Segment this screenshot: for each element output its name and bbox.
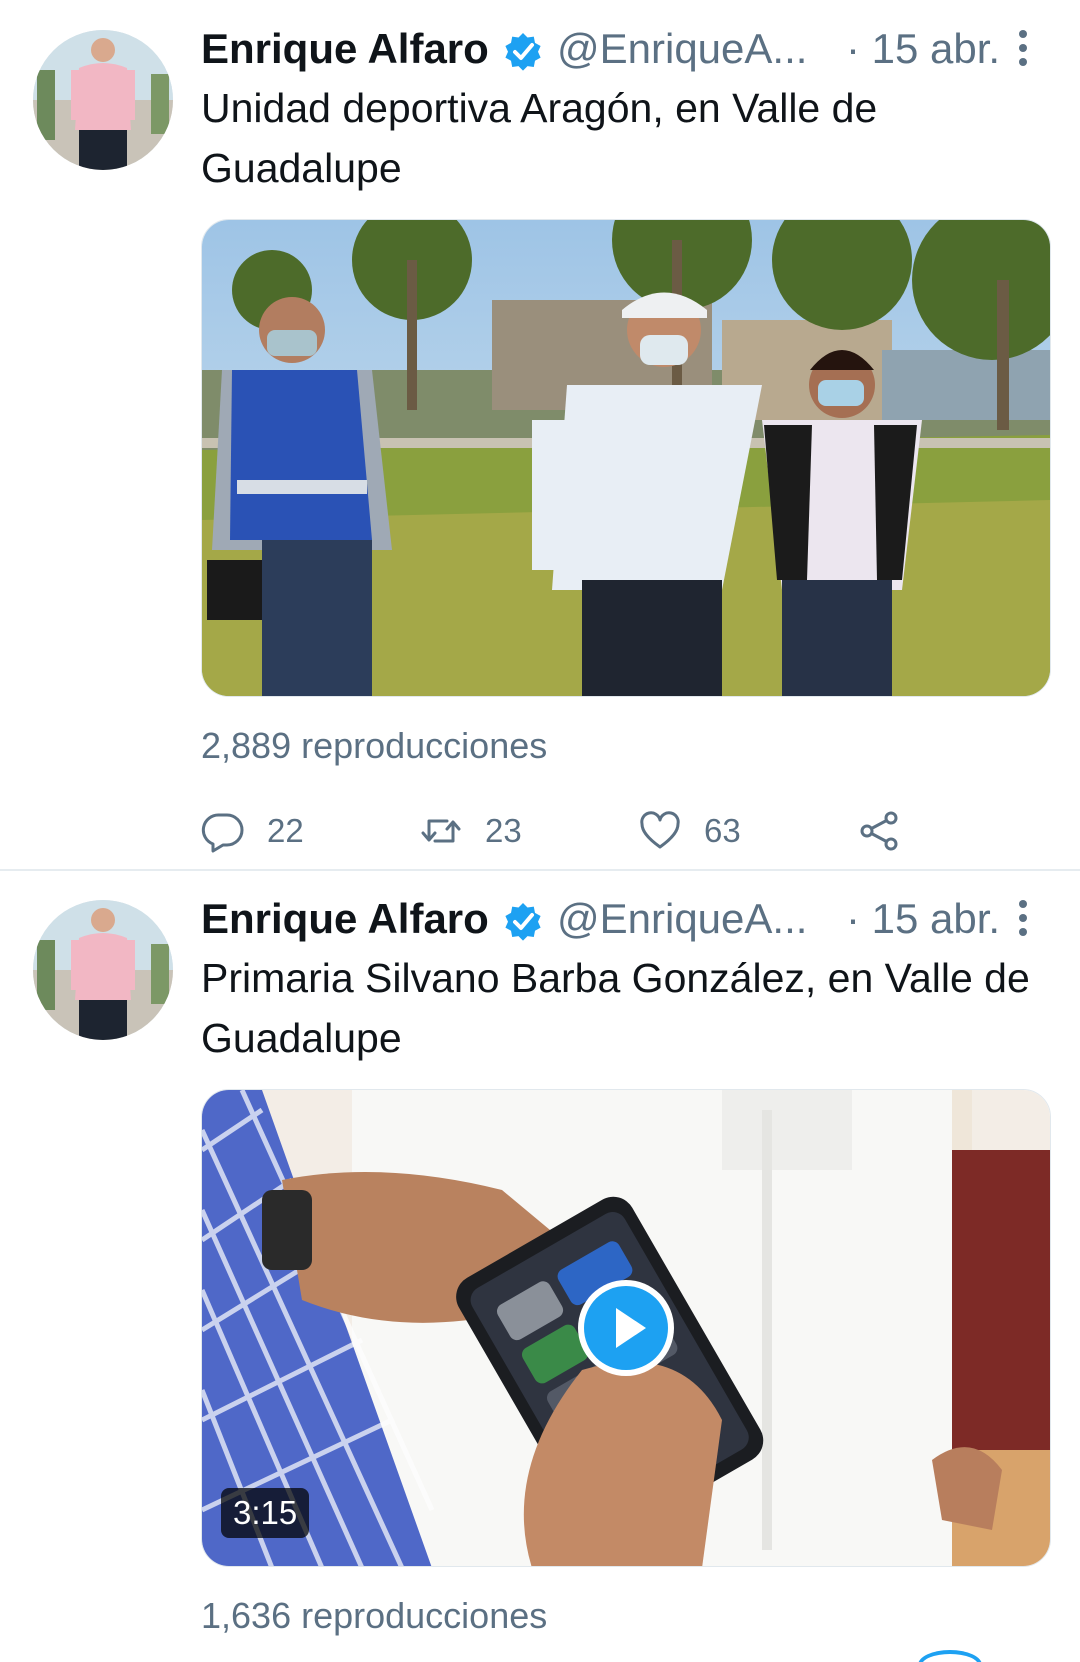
reply-count: 22 (267, 812, 304, 849)
tweet[interactable]: Enrique Alfaro @EnriqueA... · 15 abr. Un… (0, 0, 1080, 870)
tweet-text: Primaria Silvano Barba González, en Vall… (201, 955, 1030, 1061)
verified-badge-icon (505, 903, 541, 941)
like-button[interactable]: 63 (638, 801, 741, 861)
avatar[interactable] (33, 900, 173, 1040)
share-icon (860, 811, 898, 851)
reply-button[interactable]: 22 (201, 801, 304, 861)
view-count: 1,636 reproducciones (201, 1595, 548, 1636)
tweet-date[interactable]: · 15 abr. (846, 892, 1000, 946)
avatar[interactable] (33, 30, 173, 170)
video-thumbnail (202, 220, 1050, 696)
author-name[interactable]: Enrique Alfaro (201, 892, 489, 946)
verified-badge-icon (505, 33, 541, 71)
tweet-video[interactable]: 3:15 (201, 1089, 1051, 1567)
share-button[interactable] (857, 801, 901, 861)
tweet-text: Unidad deportiva Aragón, en Valle de Gua… (201, 85, 878, 191)
heart-icon (640, 811, 680, 849)
tweet-actions: 22 23 63 (201, 801, 1051, 861)
author-handle[interactable]: @EnriqueA... (557, 892, 807, 946)
tweet-video[interactable] (201, 219, 1051, 697)
tweet-date[interactable]: · 15 abr. (846, 22, 1000, 76)
retweet-count: 23 (485, 812, 522, 849)
more-vertical-icon[interactable] (1011, 898, 1035, 938)
retweet-button[interactable]: 23 (419, 801, 522, 861)
like-count: 63 (704, 812, 741, 849)
retweet-icon (421, 819, 461, 843)
reply-icon (201, 813, 244, 853)
author-name[interactable]: Enrique Alfaro (201, 22, 489, 76)
tweet[interactable]: Enrique Alfaro @EnriqueA... · 15 abr. Pr… (0, 870, 1080, 1662)
play-icon[interactable] (574, 1276, 678, 1380)
video-duration: 3:15 (221, 1488, 310, 1538)
view-count: 2,889 reproducciones (201, 725, 548, 766)
author-handle[interactable]: @EnriqueA... (557, 22, 807, 76)
more-vertical-icon[interactable] (1011, 28, 1035, 68)
